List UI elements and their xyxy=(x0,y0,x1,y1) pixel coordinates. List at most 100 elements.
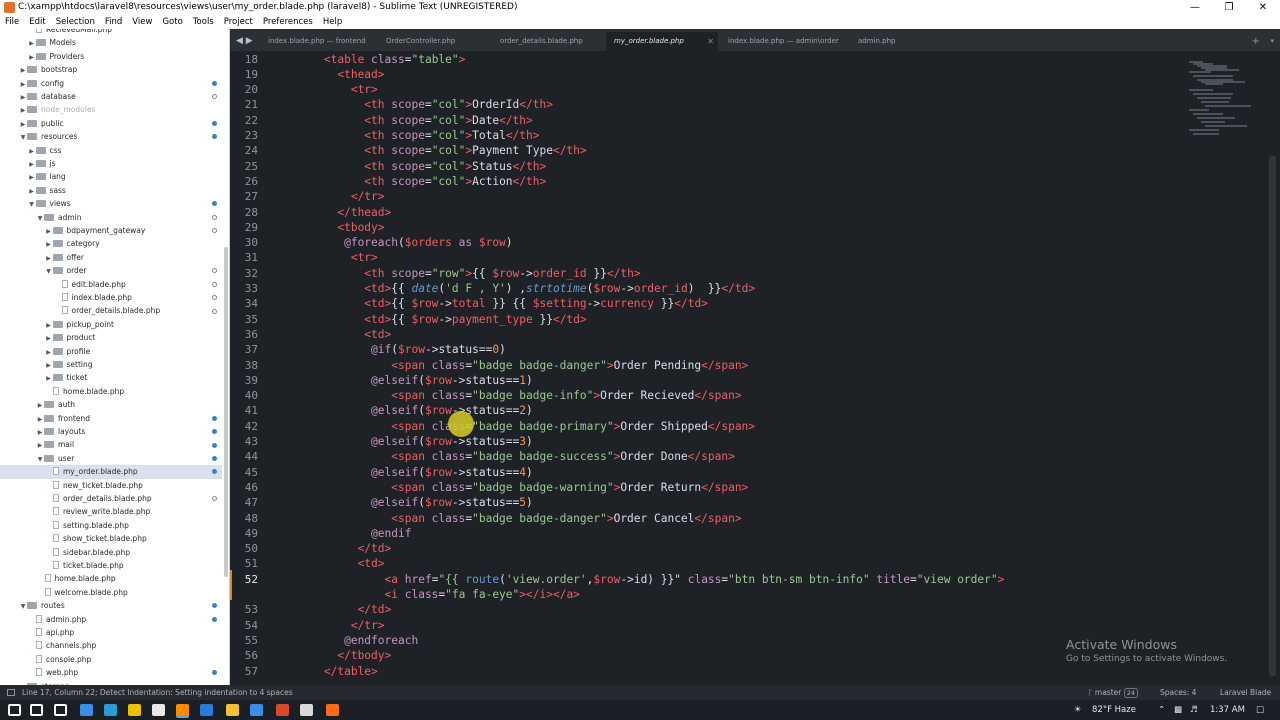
code-line[interactable]: @elseif($row->status==2) xyxy=(270,403,533,418)
widgets-icon[interactable] xyxy=(80,704,93,716)
sidebar-folder-sass[interactable]: ▶ sass xyxy=(0,184,222,197)
code-line[interactable]: <th scope="col">Status</th> xyxy=(270,159,546,174)
xampp-icon[interactable] xyxy=(326,704,339,716)
sidebar-file-setting-blade-php[interactable]: setting.blade.php xyxy=(0,519,222,532)
vscode-icon[interactable] xyxy=(200,704,213,716)
code-line[interactable]: <th scope="row">{{ $row->order_id }}</th… xyxy=(270,266,640,281)
weather-icon[interactable]: ☀ xyxy=(1074,700,1082,720)
sidebar-file-home-blade-php[interactable]: home.blade.php xyxy=(0,572,222,585)
sidebar-file-web-php[interactable]: web.php xyxy=(0,666,222,679)
sidebar-folder-pickup-point[interactable]: ▶ pickup_point xyxy=(0,318,222,331)
expand-arrow-icon[interactable]: ▶ xyxy=(36,426,44,439)
sidebar-folder-views[interactable]: ▼ views xyxy=(0,197,222,210)
brave-icon[interactable] xyxy=(276,704,289,716)
sidebar-file-review-write-blade-php[interactable]: review_write.blade.php xyxy=(0,505,222,518)
sidebar-folder-frontend[interactable]: ▶ frontend xyxy=(0,412,222,425)
menu-file[interactable]: File xyxy=(5,15,19,29)
sidebar-file-show-ticket-blade-php[interactable]: show_ticket.blade.php xyxy=(0,532,222,545)
expand-arrow-icon[interactable]: ▶ xyxy=(28,37,36,50)
code-line[interactable]: <a href="{{ route('view.order',$row->id)… xyxy=(270,572,1005,587)
tab-my-order-blade-php[interactable]: my_order.blade.php ✕ xyxy=(606,32,718,51)
new-tab-icon[interactable]: + xyxy=(1252,32,1260,51)
sidebar-folder-config[interactable]: ▶ config xyxy=(0,77,222,90)
code-line[interactable]: <tbody> xyxy=(270,220,384,235)
sidebar-folder-order[interactable]: ▼ order xyxy=(0,264,222,277)
expand-arrow-icon[interactable]: ▶ xyxy=(45,332,53,345)
sidebar-file-new-ticket-blade-php[interactable]: new_ticket.blade.php xyxy=(0,479,222,492)
git-branch[interactable]: ᚴ master 24 xyxy=(1088,685,1139,701)
code-line[interactable]: <td>{{ date('d F , Y') ,strtotime($row->… xyxy=(270,281,755,296)
code-line[interactable]: <thead> xyxy=(270,67,384,82)
tab-ordercontroller-php[interactable]: OrderController.php xyxy=(378,32,490,51)
sidebar-file-ticket-blade-php[interactable]: ticket.blade.php xyxy=(0,559,222,572)
collapse-arrow-icon[interactable]: ▼ xyxy=(45,265,53,278)
expand-arrow-icon[interactable]: ▶ xyxy=(36,439,44,452)
code-line[interactable]: </td> xyxy=(270,602,392,617)
panel-toggle-icon[interactable] xyxy=(7,689,15,696)
indentation-setting[interactable]: Spaces: 4 xyxy=(1160,685,1196,700)
expand-arrow-icon[interactable]: ▶ xyxy=(19,64,27,77)
code-line[interactable]: <i class="fa fa-eye"></i></a> xyxy=(270,587,580,602)
sidebar-folder-bdpayment-gateway[interactable]: ▶ bdpayment_gateway xyxy=(0,224,222,237)
code-line[interactable]: <span class="badge badge-danger">Order P… xyxy=(270,358,748,373)
sidebar-folder-ticket[interactable]: ▶ ticket xyxy=(0,371,222,384)
code-line[interactable]: <th scope="col">Payment Type</th> xyxy=(270,143,586,158)
code-line[interactable]: <span class="badge badge-danger">Order C… xyxy=(270,511,741,526)
expand-arrow-icon[interactable]: ▶ xyxy=(28,171,36,184)
code-line[interactable]: <td> xyxy=(270,556,385,571)
code-line[interactable]: <th scope="col">Date</th> xyxy=(270,113,532,128)
code-area[interactable]: <table class="table"> <thead> <tr> <th s… xyxy=(270,51,1220,685)
code-line[interactable]: <tr> xyxy=(270,250,378,265)
sidebar-file-admin-php[interactable]: admin.php xyxy=(0,613,222,626)
chrome-a-icon[interactable] xyxy=(226,704,239,716)
search-icon[interactable] xyxy=(30,704,43,716)
sidebar-file-home-blade-php[interactable]: home.blade.php xyxy=(0,385,222,398)
sidebar-folder-profile[interactable]: ▶ profile xyxy=(0,345,222,358)
sidebar-folder-routes[interactable]: ▼ routes xyxy=(0,599,222,612)
collapse-arrow-icon[interactable]: ▼ xyxy=(19,131,27,144)
code-line[interactable]: @elseif($row->status==4) xyxy=(270,465,533,480)
sidebar-file-order-details-blade-php[interactable]: order_details.blade.php xyxy=(0,492,222,505)
tab-close-icon[interactable]: ✕ xyxy=(707,32,714,51)
expand-arrow-icon[interactable]: ▶ xyxy=(36,399,44,412)
expand-arrow-icon[interactable]: ▶ xyxy=(19,118,27,131)
code-editor[interactable]: 18 19 20 21 22 23 24 25 26 27 28 29 30 31 32 33 34 35 36 37… xyxy=(230,51,1280,685)
sidebar-folder-public[interactable]: ▶ public xyxy=(0,117,222,130)
sidebar-folder-offer[interactable]: ▶ offer xyxy=(0,251,222,264)
sidebar-folder-resources[interactable]: ▼ resources xyxy=(0,130,222,143)
syntax-setting[interactable]: Laravel Blade xyxy=(1220,685,1271,700)
chrome-b-icon[interactable] xyxy=(250,704,263,716)
collapse-arrow-icon[interactable]: ▼ xyxy=(36,212,44,225)
expand-arrow-icon[interactable]: ▶ xyxy=(28,185,36,198)
tab-index-blade-php-admin-order[interactable]: index.blade.php — admin\order xyxy=(720,32,848,51)
minimize-button[interactable]: — xyxy=(1178,0,1212,15)
sidebar-folder-providers[interactable]: ▶ Providers xyxy=(0,50,222,63)
sidebar-folder-js[interactable]: ▶ js xyxy=(0,157,222,170)
code-line[interactable]: <td>{{ $row->total }} {{ $setting->curre… xyxy=(270,296,708,311)
code-line[interactable]: <span class="badge badge-info">Order Rec… xyxy=(270,388,741,403)
explorer-icon[interactable] xyxy=(128,704,141,716)
task-view-icon[interactable] xyxy=(54,704,67,716)
sidebar-folder-product[interactable]: ▶ product xyxy=(0,331,222,344)
code-line[interactable]: @elseif($row->status==3) xyxy=(270,434,533,449)
code-line[interactable]: <td>{{ $row->payment_type }}</td> xyxy=(270,312,586,327)
expand-arrow-icon[interactable]: ▶ xyxy=(19,78,27,91)
code-line[interactable]: <table class="table"> xyxy=(270,52,466,67)
code-line[interactable]: <span class="badge badge-warning">Order … xyxy=(270,480,748,495)
collapse-arrow-icon[interactable]: ▼ xyxy=(19,600,27,613)
code-line[interactable]: <tr> xyxy=(270,82,378,97)
edge-icon[interactable] xyxy=(104,704,117,716)
sidebar-file-api-php[interactable]: api.php xyxy=(0,626,222,639)
sublime-icon[interactable] xyxy=(176,704,189,716)
sidebar-folder-models[interactable]: ▶ Models xyxy=(0,36,222,49)
minimap[interactable] xyxy=(1185,51,1265,171)
start-icon[interactable] xyxy=(8,704,21,716)
editor-scrollbar[interactable] xyxy=(1269,156,1276,676)
maximize-button[interactable]: ❐ xyxy=(1212,0,1246,15)
menu-goto[interactable]: Goto xyxy=(162,15,182,29)
close-button[interactable]: ✕ xyxy=(1246,0,1280,15)
collapse-arrow-icon[interactable]: ▼ xyxy=(28,198,36,211)
sidebar-folder-node-modules[interactable]: ▶ node_modules xyxy=(0,103,222,116)
code-line[interactable]: </tbody> xyxy=(270,648,391,663)
sidebar-folder-database[interactable]: ▶ database xyxy=(0,90,222,103)
